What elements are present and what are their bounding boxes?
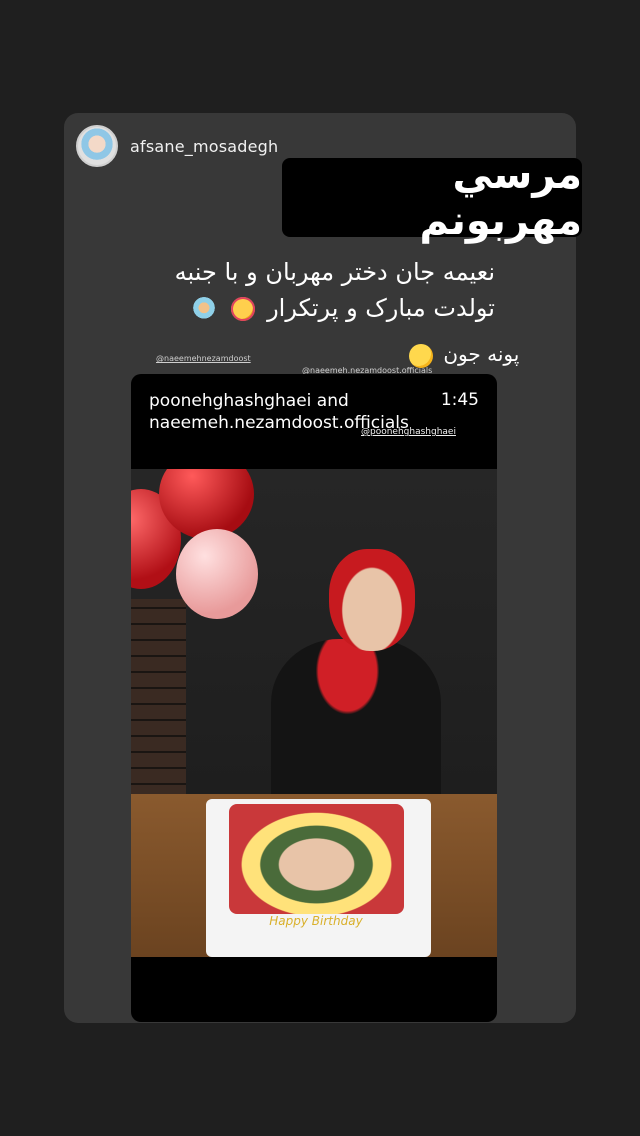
mention-naeemehnezamdoost[interactable]: @naeemehnezamdoost	[156, 354, 251, 363]
poneh-text: پونه جون	[443, 342, 520, 366]
post-time: 1:45	[440, 390, 479, 410]
person-body	[271, 639, 441, 799]
story-header: afsane_mosadegh	[76, 124, 278, 168]
caption: نعیمه جان دختر مهربان و با جنبه تولدت مب…	[150, 254, 495, 326]
brick-wall	[131, 599, 186, 799]
poneh-text-row: پونه جون	[405, 342, 519, 368]
cake-text: Happy Birthday	[269, 914, 363, 928]
caption-line-1: نعیمه جان دختر مهربان و با جنبه	[174, 258, 495, 286]
balloon	[176, 529, 258, 619]
cake-photo-print	[229, 804, 404, 914]
avatar[interactable]	[76, 125, 118, 167]
thanks-text-box: مرسي مهربونم	[282, 152, 582, 244]
fairy-icon	[191, 297, 216, 321]
shared-post[interactable]: poonehghashghaei and naeemeh.nezamdoost.…	[131, 374, 497, 1022]
smiling-face-hearts-icon	[231, 297, 256, 321]
username[interactable]: afsane_mosadegh	[130, 137, 278, 156]
person-head	[329, 549, 415, 651]
caption-line-2-row: تولدت مبارک و پرتکرار	[150, 290, 495, 326]
kiss-face-icon	[409, 343, 433, 368]
post-photo: Happy Birthday	[131, 469, 497, 957]
mention-poonehghashghaei[interactable]: @poonehghashghaei	[361, 427, 456, 437]
caption-line-2: تولدت مبارک و پرتکرار	[267, 294, 495, 322]
